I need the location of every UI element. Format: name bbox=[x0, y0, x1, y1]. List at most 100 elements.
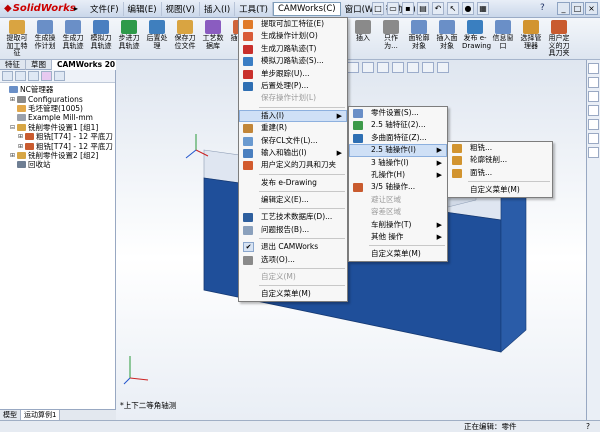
bottom-tab-0[interactable]: 模型 bbox=[0, 410, 21, 420]
toolbar-button-1[interactable]: 生成操作计划 bbox=[32, 20, 58, 58]
status-help-icon[interactable]: ? bbox=[586, 421, 590, 432]
menu-item[interactable]: ✔ 退出 CAMWorks bbox=[239, 241, 347, 253]
tab-0[interactable]: 特征 bbox=[0, 60, 26, 70]
toolbar-right-button-0[interactable]: 插入 bbox=[350, 20, 376, 58]
tree-item[interactable]: NC管理器 bbox=[2, 85, 115, 94]
toolbar-button-7[interactable]: 工艺数据库 bbox=[200, 20, 226, 58]
feature-manager-tab-icon[interactable] bbox=[2, 71, 13, 81]
open-icon[interactable]: ▭ bbox=[387, 2, 399, 15]
menu-item[interactable]: 孔操作(H) ▶ bbox=[349, 169, 447, 181]
tab-1[interactable]: 草图 bbox=[26, 60, 52, 70]
status-bar: 正在编辑：零件 ? bbox=[0, 420, 600, 432]
maximize-button[interactable]: □ bbox=[571, 2, 584, 15]
toolbar-right-button-1[interactable]: 只作为... bbox=[378, 20, 404, 58]
toolbar-right-button-5[interactable]: 信息窗口 bbox=[490, 20, 516, 58]
menu-item[interactable]: 保存CL文件(L)... bbox=[239, 135, 347, 147]
menu-item[interactable]: 提取可加工特征(E) bbox=[239, 18, 347, 30]
tree-expand-icon[interactable]: ⊞ bbox=[18, 142, 25, 151]
tree-expand-icon[interactable]: ⊞ bbox=[18, 132, 25, 141]
toolbar-right-button-2[interactable]: 面轮廓对象 bbox=[406, 20, 432, 58]
toolbar-right-button-7[interactable]: 用户定义的刀具刀夹 bbox=[546, 20, 572, 58]
cam-operation-tree-tab-icon[interactable] bbox=[54, 71, 65, 81]
tree-item[interactable]: ⊞ 粗铣[T74] - 12 平底刀 bbox=[2, 132, 115, 141]
menu-item[interactable]: 自定义菜单(M) bbox=[349, 248, 447, 260]
menu-item[interactable]: 生成操作计划(O) bbox=[239, 30, 347, 42]
file-explorer-icon[interactable] bbox=[588, 91, 599, 102]
insert2-icon bbox=[355, 20, 371, 34]
tree-item[interactable]: ⊞ 铣削零件设置2 [组2] bbox=[2, 151, 115, 160]
toolbar-right-button-6[interactable]: 选择管理器 bbox=[518, 20, 544, 58]
tree-expand-icon[interactable]: ⊞ bbox=[10, 95, 17, 104]
menu-item[interactable]: 零件设置(S)... bbox=[349, 107, 447, 119]
save-icon[interactable]: ▪ bbox=[402, 2, 414, 15]
tree-item[interactable]: 回收站 bbox=[2, 160, 115, 169]
menubar-item-2[interactable]: 视图(V) bbox=[162, 1, 200, 16]
config-manager-tab-icon[interactable] bbox=[28, 71, 39, 81]
tree-item[interactable]: ⊞ 粗铣[T74] - 12 平底刀 bbox=[2, 141, 115, 151]
toolbar-button-5[interactable]: 后置处理 bbox=[144, 20, 170, 58]
toolbar-button-0[interactable]: 提取可加工特征 bbox=[4, 20, 30, 58]
menu-item[interactable]: 编辑定义(E)... bbox=[239, 194, 347, 206]
menu-item[interactable]: 重建(R) bbox=[239, 122, 347, 134]
cam-feature-tree-tab-icon[interactable] bbox=[41, 71, 52, 81]
close-button[interactable]: × bbox=[585, 2, 598, 15]
tree-expand-icon[interactable]: ⊞ bbox=[10, 151, 17, 160]
options-icon[interactable]: ▦ bbox=[477, 2, 489, 15]
menubar-item-3[interactable]: 插入(I) bbox=[200, 1, 236, 16]
menu-item[interactable]: 输入和输出(I) ▶ bbox=[239, 147, 347, 159]
tree-item[interactable]: ⊟ 铣削零件设置1 [组1] bbox=[2, 123, 115, 132]
help-icon[interactable]: ? bbox=[540, 3, 552, 15]
search-icon[interactable] bbox=[588, 105, 599, 116]
menu-item[interactable]: 车削操作(T) ▶ bbox=[349, 219, 447, 231]
custom-properties-icon[interactable] bbox=[588, 147, 599, 158]
menu-item[interactable]: 模拟刀路轨迹(S)... bbox=[239, 55, 347, 67]
tree-item[interactable]: 毛坯管理(1005) bbox=[2, 104, 115, 113]
menu-item[interactable]: 工艺技术数据库(D)... bbox=[239, 211, 347, 223]
menu-item[interactable]: 3 轴操作(I) ▶ bbox=[349, 157, 447, 169]
toolbar-button-2[interactable]: 生成刀具轨迹 bbox=[60, 20, 86, 58]
menu-item[interactable]: 自定义菜单(M) bbox=[239, 288, 347, 300]
toolbar-button-3[interactable]: 模拟刀具轨迹 bbox=[88, 20, 114, 58]
view-palette-icon[interactable] bbox=[588, 119, 599, 130]
toolbar-button-6[interactable]: 保存刀位文件 bbox=[172, 20, 198, 58]
menu-item[interactable]: 2.5 轴特征(2)... bbox=[349, 119, 447, 131]
property-manager-tab-icon[interactable] bbox=[15, 71, 26, 81]
toolbar-button-4[interactable]: 步进刀具轨迹 bbox=[116, 20, 142, 58]
menu-item[interactable]: 自定义菜单(M) bbox=[448, 184, 552, 196]
menu-item[interactable]: 2.5 轴操作(I) ▶ bbox=[349, 144, 447, 157]
tree-item[interactable]: Example Mill-mm bbox=[2, 113, 115, 122]
new-icon[interactable]: □ bbox=[372, 2, 384, 15]
select-icon[interactable]: ↖ bbox=[447, 2, 459, 15]
bottom-tab-1[interactable]: 运动算例1 bbox=[21, 410, 61, 420]
menu-item[interactable]: 其他 操作 ▶ bbox=[349, 231, 447, 243]
menu-item[interactable]: 多曲面特征(Z)... bbox=[349, 132, 447, 144]
menu-item[interactable]: 问题报告(B)... bbox=[239, 224, 347, 236]
tree-item[interactable]: ⊞ Configurations bbox=[2, 94, 115, 104]
menubar-item-5[interactable]: CAMWorks(C) bbox=[272, 1, 341, 16]
print-icon[interactable]: ▤ bbox=[417, 2, 429, 15]
resources-icon[interactable] bbox=[588, 63, 599, 74]
menu-item[interactable]: 插入(I) ▶ bbox=[239, 109, 347, 123]
menu-item[interactable]: 面铣... bbox=[448, 167, 552, 179]
undo-icon[interactable]: ↶ bbox=[432, 2, 444, 15]
menu-item[interactable]: 轮廓铣削... bbox=[448, 154, 552, 166]
toolbar-right-button-4[interactable]: 发布 e-Drawing bbox=[462, 20, 491, 58]
menu-item[interactable]: 生成刀路轨迹(T) bbox=[239, 43, 347, 55]
appearances-icon[interactable] bbox=[588, 133, 599, 144]
design-library-icon[interactable] bbox=[588, 77, 599, 88]
menubar-item-0[interactable]: 文件(F) bbox=[86, 1, 124, 16]
rebuild-icon[interactable]: ● bbox=[462, 2, 474, 15]
tree-expand-icon[interactable]: ⊟ bbox=[10, 123, 17, 132]
menu-item[interactable]: 后置处理(P)... bbox=[239, 80, 347, 92]
minimize-button[interactable]: _ bbox=[557, 2, 570, 15]
menubar-item-1[interactable]: 编辑(E) bbox=[124, 1, 162, 16]
toolbar-right-button-3[interactable]: 插入面对象 bbox=[434, 20, 460, 58]
menu-item[interactable]: 用户定义的刀具和刀夹 bbox=[239, 159, 347, 171]
menu-item[interactable]: 选项(O)... bbox=[239, 254, 347, 266]
menu-item[interactable]: 发布 e-Drawing bbox=[239, 177, 347, 189]
menu-arrow-icon[interactable]: ▸ bbox=[74, 4, 86, 13]
menu-item[interactable]: 3/5 轴操作... bbox=[349, 181, 447, 193]
menubar-item-4[interactable]: 工具(T) bbox=[235, 1, 273, 16]
menu-item[interactable]: 单步跟踪(U)... bbox=[239, 68, 347, 80]
menu-item[interactable]: 粗铣... bbox=[448, 142, 552, 154]
